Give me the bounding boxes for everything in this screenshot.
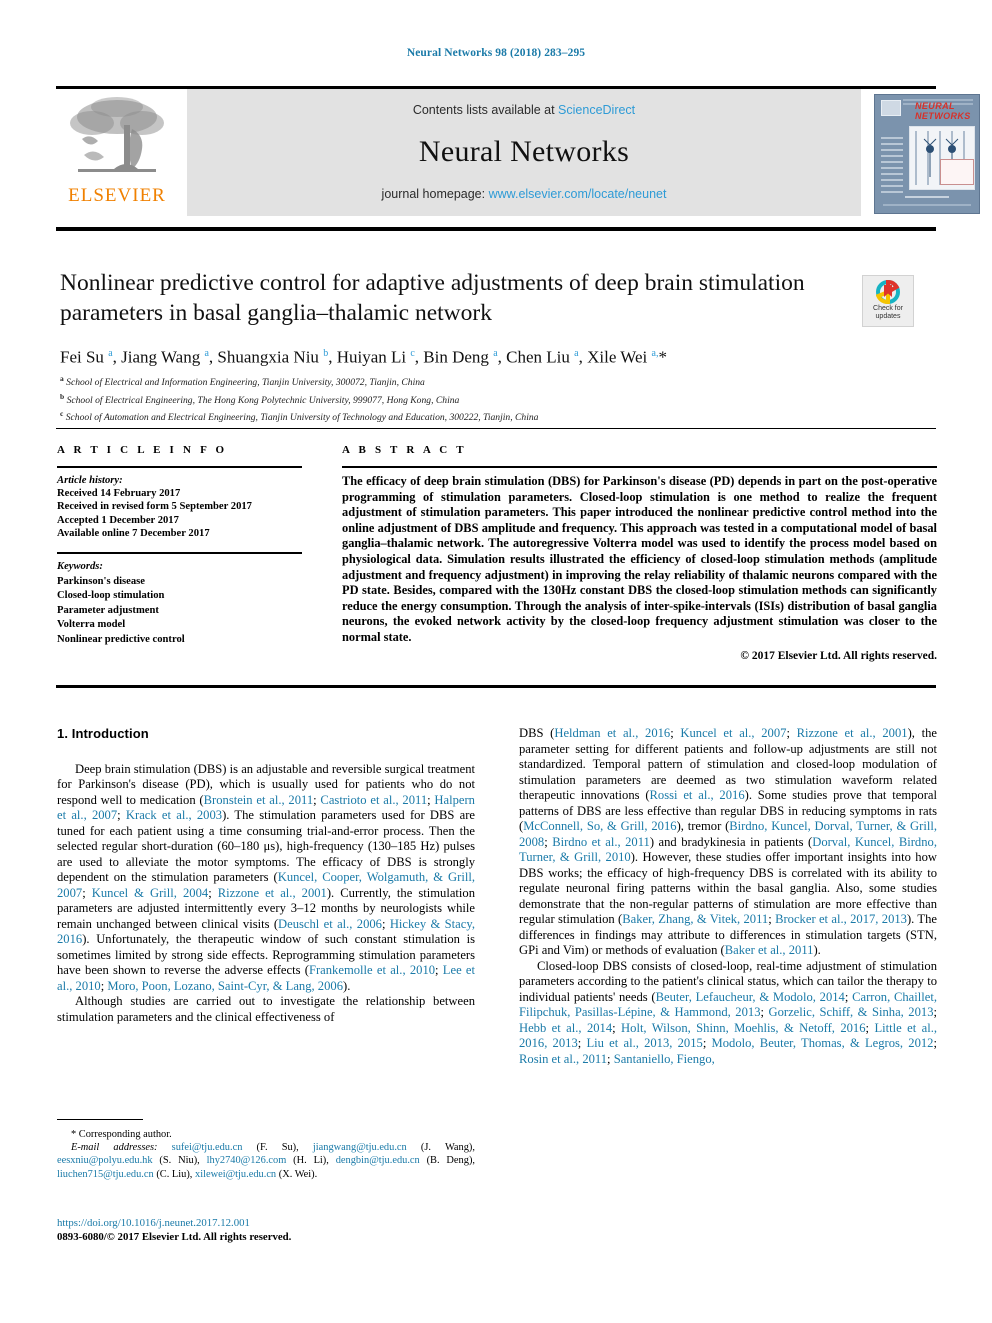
- contents-prefix: Contents lists available at: [412, 103, 559, 117]
- history-item-3: Available online 7 December 2017: [57, 527, 210, 539]
- elsevier-tree-icon: [70, 97, 164, 172]
- article-info-heading: A R T I C L E I N F O: [57, 444, 228, 456]
- affiliation-item: c School of Automation and Electrical En…: [60, 407, 860, 425]
- cover-footer-line-1: [883, 204, 971, 206]
- cover-title-line2: NETWORKS: [915, 111, 971, 121]
- affiliation-item: a School of Electrical and Information E…: [60, 372, 860, 390]
- elsevier-wordmark: ELSEVIER: [68, 185, 166, 206]
- keyword-4: Nonlinear predictive control: [57, 633, 185, 645]
- keywords-list: Keywords: Parkinson's disease Closed-loo…: [57, 560, 302, 648]
- affiliation-list: a School of Electrical and Information E…: [60, 372, 860, 425]
- crossmark-badge[interactable]: Check for updates: [862, 275, 914, 327]
- keyword-2: Parameter adjustment: [57, 604, 159, 616]
- doi-link[interactable]: https://doi.org/10.1016/j.neunet.2017.12…: [57, 1216, 487, 1230]
- affiliation-text: School of Electrical Engineering, The Ho…: [64, 394, 460, 406]
- crossmark-line2: updates: [875, 313, 901, 320]
- crossmark-label: Check for updates: [863, 305, 913, 321]
- footnote-rule: [57, 1119, 143, 1120]
- article-history: Article history: Received 14 February 20…: [57, 474, 302, 540]
- author-list: Fei Su a, Jiang Wang a, Shuangxia Niu b,…: [60, 347, 667, 367]
- abstract-divider: [342, 466, 937, 468]
- info-section-top-rule: [56, 428, 936, 429]
- journal-masthead: Contents lists available at ScienceDirec…: [56, 89, 992, 216]
- body-column-left: 1. Introduction Deep brain stimulation (…: [57, 726, 475, 1025]
- homepage-prefix: journal homepage:: [381, 187, 489, 201]
- history-item-1: Received in revised form 5 September 201…: [57, 501, 252, 513]
- crossmark-line1: Check for: [873, 305, 903, 312]
- paper-page: Neural Networks 98 (2018) 283–295 Conten…: [0, 0, 992, 1323]
- abstract-text: The efficacy of deep brain stimulation (…: [342, 474, 937, 644]
- article-info-column: Article history: Received 14 February 20…: [57, 466, 302, 648]
- paragraph: Although studies are carried out to inve…: [57, 994, 475, 1024]
- info-divider-1: [57, 466, 302, 468]
- corresponding-author-note: * Corresponding author.: [71, 1129, 172, 1140]
- journal-homepage-line: journal homepage: www.elsevier.com/locat…: [187, 187, 861, 201]
- keyword-3: Volterra model: [57, 619, 126, 631]
- history-item-2: Accepted 1 December 2017: [57, 514, 179, 526]
- crossmark-icon: [876, 280, 900, 304]
- paragraph: DBS (Heldman et al., 2016; Kuncel et al.…: [519, 726, 938, 957]
- sciencedirect-link[interactable]: ScienceDirect: [558, 103, 635, 117]
- article-history-label: Article history:: [57, 475, 123, 486]
- page-title: Nonlinear predictive control for adaptiv…: [60, 270, 805, 326]
- email-addresses-label: E-mail addresses:: [71, 1142, 158, 1154]
- abstract-column: The efficacy of deep brain stimulation (…: [342, 466, 937, 662]
- doi-block: https://doi.org/10.1016/j.neunet.2017.12…: [57, 1216, 487, 1244]
- paragraph: Deep brain stimulation (DBS) is an adjus…: [57, 761, 476, 993]
- affiliation-text: School of Automation and Electrical Engi…: [63, 412, 539, 424]
- cover-publisher-logo: [881, 100, 901, 116]
- body-column-right: DBS (Heldman et al., 2016; Kuncel et al.…: [519, 726, 937, 1067]
- abstract-copyright: © 2017 Elsevier Ltd. All rights reserved…: [740, 649, 937, 662]
- keyword-0: Parkinson's disease: [57, 575, 146, 587]
- paragraph: Closed-loop DBS consists of closed-loop,…: [519, 958, 938, 1066]
- cover-grid-inset: [940, 159, 974, 185]
- journal-homepage-link[interactable]: www.elsevier.com/locate/neunet: [489, 187, 667, 201]
- affiliation-text: School of Electrical and Information Eng…: [63, 377, 425, 389]
- journal-cover-art: NEURAL NETWORKS: [874, 94, 980, 214]
- cover-title-line1: NEURAL: [915, 101, 955, 111]
- keyword-1: Closed-loop stimulation: [57, 590, 165, 602]
- body-top-rule: [56, 685, 936, 688]
- info-divider-2: [57, 552, 302, 555]
- history-item-0: Received 14 February 2017: [57, 488, 181, 500]
- section-heading-introduction: 1. Introduction: [57, 726, 149, 741]
- running-head: Neural Networks 98 (2018) 283–295: [406, 47, 586, 59]
- masthead-bottom-rule: [56, 227, 936, 231]
- issn-copyright-line: 0893-6080/© 2017 Elsevier Ltd. All right…: [57, 1231, 292, 1243]
- keywords-label: Keywords:: [57, 561, 103, 573]
- affiliation-item: b School of Electrical Engineering, The …: [60, 390, 860, 408]
- cover-footer-line-2: [905, 196, 949, 198]
- journal-title: Neural Networks: [418, 135, 630, 168]
- cover-sidebar-text: [881, 137, 903, 197]
- abstract-heading: A B S T R A C T: [342, 444, 467, 456]
- footnote-block: * Corresponding author. E-mail addresses…: [57, 1128, 475, 1181]
- cover-journal-title: NEURAL NETWORKS: [915, 101, 975, 123]
- sciencedirect-line: Contents lists available at ScienceDirec…: [187, 103, 861, 117]
- cover-network-figure: [909, 126, 975, 190]
- elsevier-logo: ELSEVIER: [56, 91, 178, 215]
- journal-cover-thumbnail: NEURAL NETWORKS: [862, 91, 992, 215]
